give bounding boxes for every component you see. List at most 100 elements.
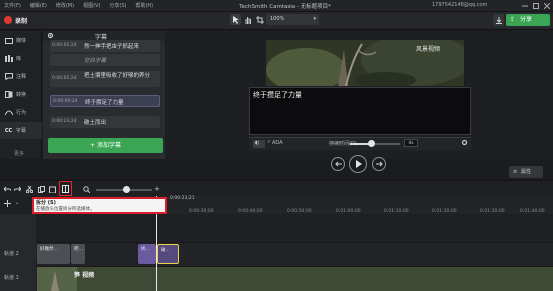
nav-item-media[interactable]: 媒体 <box>0 32 42 49</box>
redo-icon[interactable] <box>14 186 21 192</box>
playhead-time: 0:00:23;21 <box>170 196 195 201</box>
nav-label: 行为 <box>16 110 27 116</box>
nav-label: 媒体 <box>16 38 27 44</box>
zoom-value: 100% <box>270 16 285 22</box>
media-icon <box>4 36 13 45</box>
record-icon[interactable] <box>4 16 12 24</box>
caption-row[interactable]: 0:00:05;24 然一伸手把虫子抓起来 <box>50 40 160 52</box>
nav-more[interactable]: 更多 <box>14 150 24 157</box>
track-1-label[interactable]: 轨道 1 <box>4 274 19 281</box>
add-caption-button[interactable]: + 添加字幕 <box>48 138 163 153</box>
add-track-icon[interactable] <box>4 200 11 207</box>
caption-format-dropdown[interactable]: ◐ <box>253 140 265 148</box>
previous-frame-button[interactable] <box>331 157 345 171</box>
zoom-select[interactable]: 100% ▾ <box>266 14 319 25</box>
nav-item-captions[interactable]: CC 字幕 <box>0 122 42 139</box>
video-preview[interactable]: 风景视频 <box>266 40 464 86</box>
menu-view[interactable]: 视图(V) <box>83 2 100 9</box>
caption-row[interactable]: 空白字幕 <box>50 54 160 66</box>
account-email[interactable]: 1797542148@qq.com <box>432 2 487 8</box>
upload-icon: ⇪ <box>510 16 516 23</box>
tick-label: 0:01:40;00 <box>520 209 545 214</box>
caption-text: 把土壤里吸收了好够的养分 <box>84 73 151 79</box>
nav-label: 库 <box>16 56 22 62</box>
maximize-icon[interactable] <box>531 1 541 11</box>
download-icon[interactable] <box>493 14 504 26</box>
caption-text: 然一伸手把虫子抓起来 <box>84 44 140 50</box>
tooltip-description: 在播放头位置拆分所选媒体。 <box>36 207 95 212</box>
nav-item-library[interactable]: 库 <box>0 50 42 67</box>
caption-row-selected[interactable]: 0:00:09;24 终于攒足了力量 <box>50 95 160 107</box>
menu-modify[interactable]: 修改(M) <box>56 2 74 9</box>
pan-tool-icon[interactable] <box>242 14 253 25</box>
play-button[interactable] <box>349 155 367 173</box>
tooltip-title: 拆分 (S) <box>36 200 56 206</box>
track-2[interactable] <box>36 242 553 266</box>
duration-value[interactable]: 4s <box>404 139 418 147</box>
collapse-tracks-icon[interactable]: ⌄ <box>15 200 19 206</box>
caption-settings-icon[interactable] <box>461 139 468 146</box>
video-clip-label: 笋 视频 <box>74 272 95 279</box>
duration-slider-fill <box>350 143 370 145</box>
menu-share[interactable]: 分享(S) <box>109 2 126 9</box>
left-nav: 媒体 库 注释 转换 行为 CC 字幕 <box>0 31 42 159</box>
tick-label: 0:00:30;00 <box>189 209 214 214</box>
caption-time: 0:00:05;24 <box>52 43 77 48</box>
close-icon[interactable] <box>542 1 552 11</box>
tick-label: 0:01:20;00 <box>432 209 457 214</box>
behaviors-icon <box>4 108 13 117</box>
caption-clip[interactable]: 终… <box>138 244 156 264</box>
caption-text: 终于攒足了力量 <box>85 100 124 106</box>
nav-item-behaviors[interactable]: 行为 <box>0 104 42 121</box>
arrow-right-icon <box>375 161 383 167</box>
zoom-out-icon[interactable] <box>83 186 90 193</box>
duration-slider-handle[interactable] <box>368 140 375 147</box>
caption-text: 破土而出 <box>84 120 107 126</box>
caption-time: 0:00:09;24 <box>53 99 78 104</box>
copy-icon[interactable] <box>38 186 45 193</box>
next-frame-button[interactable] <box>372 157 386 171</box>
nav-label: 注释 <box>16 74 27 80</box>
caption-time: 0:00:05;24 <box>52 76 77 81</box>
tick-label: 0:01:00;00 <box>336 209 361 214</box>
video-clip[interactable] <box>37 267 553 291</box>
tick-label: 0:01:30;00 <box>480 209 505 214</box>
caption-clip-selected[interactable]: 破… <box>157 244 179 264</box>
menu-file[interactable]: 文件(F) <box>4 2 21 9</box>
select-tool-icon[interactable] <box>230 14 241 25</box>
watermark-text: 风景视频 <box>416 46 441 53</box>
paste-icon[interactable] <box>49 186 56 193</box>
tick-label: 0:00:40;00 <box>238 209 263 214</box>
menu-edit[interactable]: 编辑(E) <box>30 2 47 9</box>
menu-help[interactable]: 帮助(H) <box>135 2 153 9</box>
play-icon <box>355 160 362 168</box>
split-icon[interactable] <box>62 185 69 193</box>
nav-label: 转换 <box>16 92 27 98</box>
checkmark-icon[interactable]: ✓ <box>267 139 271 145</box>
caption-time: 0:00:23;24 <box>52 119 77 124</box>
annotations-icon <box>4 72 13 81</box>
timeline-zoom-handle[interactable] <box>123 186 130 193</box>
minimize-icon[interactable] <box>520 1 530 11</box>
zoom-in-icon[interactable]: + <box>154 185 160 193</box>
captions-icon: CC <box>4 127 13 134</box>
share-button[interactable]: ⇪ 分享 <box>506 14 550 26</box>
ada-toggle[interactable]: ADA <box>272 140 283 146</box>
tick-label: 0:00:50;00 <box>287 209 312 214</box>
caption-clip[interactable]: 好做然… <box>37 244 70 264</box>
caption-clip[interactable]: 把… <box>71 244 85 264</box>
properties-button[interactable]: ≡ 属性 <box>509 166 543 178</box>
crop-tool-icon[interactable] <box>254 14 265 25</box>
track-2-label[interactable]: 轨道 2 <box>4 250 19 257</box>
nav-item-transitions[interactable]: 转换 <box>0 86 42 103</box>
caption-preview-text[interactable]: 终于攒足了力量 <box>253 90 302 100</box>
caption-row[interactable]: 0:00:05;24 把土壤里吸收了好够的养分 <box>50 71 160 87</box>
caption-time <box>52 57 82 63</box>
record-button[interactable]: 录制 <box>15 16 27 25</box>
caption-row[interactable]: 0:00:23;24 破土而出 <box>50 116 160 128</box>
undo-icon[interactable] <box>4 186 11 192</box>
gear-icon[interactable] <box>47 32 54 39</box>
nav-item-annotations[interactable]: 注释 <box>0 68 42 85</box>
sliders-icon: ≡ <box>513 169 518 175</box>
cut-icon[interactable] <box>26 186 33 193</box>
